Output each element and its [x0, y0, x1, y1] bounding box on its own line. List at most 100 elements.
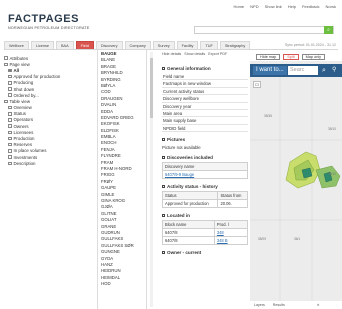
activity-date-cell: 20.06. — [217, 199, 248, 209]
tab-field[interactable]: Field — [75, 41, 94, 49]
block-label: 35/09 — [258, 237, 266, 241]
located-prod-cell: 348 B — [213, 236, 248, 246]
map-bottom-bar: Layers Results ✕ — [250, 301, 342, 309]
collapse-icon — [162, 251, 165, 255]
prod-license-link[interactable]: 348 B — [217, 238, 228, 243]
search-icon: ⌕ — [327, 27, 330, 33]
activity-header-from: Status from — [217, 191, 248, 201]
located-block-cell: 6407/8 — [162, 236, 215, 246]
located-header-block: Block name — [162, 220, 215, 230]
expand-box[interactable] — [8, 74, 12, 79]
tab-stratigraphy[interactable]: Stratigraphy — [219, 41, 251, 49]
expand-box[interactable] — [8, 112, 12, 116]
tab-baa[interactable]: BAA — [56, 41, 74, 49]
close-icon[interactable]: ✕ — [317, 303, 320, 307]
field-list-scrollbar[interactable] — [150, 52, 153, 307]
sync-period: Sync period: 01.01.2024 - 31.12 — [284, 43, 336, 47]
general-info-row: Factmaps in new window — [162, 80, 248, 88]
located-table: Block name Prod. l 6407/8 348 6407/8 348 B — [162, 220, 248, 246]
collapse-icon — [162, 156, 165, 160]
collapse-icon — [162, 138, 165, 142]
field-list-item[interactable]: HOD — [101, 281, 146, 287]
expand-box[interactable] — [8, 155, 12, 159]
expand-box[interactable] — [8, 93, 12, 97]
pictures-text: Picture not available — [162, 145, 201, 151]
general-info-row: Field name — [162, 73, 248, 81]
tab-license[interactable]: License — [30, 41, 55, 49]
field-list: BAUGE BLANE BRAGE BRYNHILD BYRDING BØYLA… — [97, 50, 147, 309]
expand-box[interactable] — [8, 87, 12, 91]
detail-links: Hide details Show details Export PDF — [162, 52, 248, 56]
expand-box[interactable] — [8, 130, 12, 135]
scrollbar-thumb[interactable] — [150, 58, 153, 118]
search-input[interactable]: ⌕ — [194, 26, 334, 34]
expand-box[interactable] — [8, 124, 12, 128]
tab-survey[interactable]: Survey — [152, 41, 175, 49]
expand-box[interactable] — [8, 81, 12, 85]
block-label: 35/36 — [264, 114, 272, 118]
collapse-icon — [162, 185, 165, 189]
layers-tab[interactable]: Layers — [254, 303, 265, 307]
tab-wellbore[interactable]: Wellbore — [4, 41, 29, 49]
expand-box[interactable] — [8, 136, 12, 141]
expand-box[interactable] — [8, 161, 12, 166]
block-label: 36/1 — [294, 237, 301, 241]
prod-license-link[interactable]: 348 — [217, 230, 224, 235]
expand-box[interactable] — [4, 62, 8, 67]
topnav-help[interactable]: Help — [288, 4, 296, 9]
block-label: 35/10 — [328, 127, 336, 131]
map-panel[interactable]: Hide map Split Map only I want to... Sea… — [250, 52, 342, 309]
located-header-prod: Prod. l — [213, 220, 248, 230]
general-info-row: Discovery wellbore — [162, 95, 248, 103]
topnav-home[interactable]: Home — [233, 4, 244, 9]
hide-details-link[interactable]: Hide details — [162, 52, 181, 56]
block-label: 35/12 — [328, 172, 336, 176]
attribute-tree: Attributes Page view All Approved for pr… — [4, 55, 94, 309]
export-pdf-link[interactable]: Export PDF — [208, 52, 227, 56]
expand-box[interactable] — [4, 56, 8, 60]
topnav-norsk[interactable]: Norsk — [326, 4, 336, 9]
tab-company[interactable]: Company — [124, 41, 151, 49]
discoveries-title[interactable]: Discoveries included — [162, 155, 248, 160]
general-info-title[interactable]: General information — [162, 66, 248, 71]
pictures-title[interactable]: Pictures — [162, 137, 248, 142]
owner-title[interactable]: Owner - current — [162, 250, 248, 255]
tree-item[interactable]: Description — [4, 160, 94, 166]
brand-title[interactable]: FACTPAGES — [8, 13, 90, 25]
brand-subtitle: NORWEGIAN PETROLEUM DIRECTORATE — [8, 26, 90, 30]
located-block-cell: 6407/8 — [162, 228, 215, 238]
topnav-npd[interactable]: NPD — [250, 4, 258, 9]
activity-table: Status Status from Approved for productio… — [162, 191, 248, 209]
topnav-feedback[interactable]: Feedback — [302, 4, 320, 9]
expand-box[interactable] — [4, 99, 8, 104]
results-tab[interactable]: Results — [273, 303, 285, 307]
collapse-icon — [162, 67, 165, 70]
expand-box[interactable] — [8, 142, 12, 147]
discoveries-header: Discovery name — [162, 162, 248, 172]
field-area-highlight[interactable] — [301, 167, 313, 179]
tab-facility[interactable]: Facility — [176, 41, 199, 49]
top-nav: Home NPD Show link Help Feedback Norsk — [233, 4, 336, 9]
expand-box[interactable] — [8, 149, 12, 153]
search-button[interactable]: ⌕ — [324, 26, 333, 34]
located-title[interactable]: Located in — [162, 213, 248, 218]
general-info-row: Main supply base — [162, 117, 248, 125]
brand: FACTPAGES NORWEGIAN PETROLEUM DIRECTORAT… — [8, 13, 90, 30]
collapse-icon — [162, 214, 165, 218]
located-prod-cell: 348 — [213, 228, 248, 238]
tab-tuf[interactable]: TUF — [200, 41, 218, 49]
expand-box[interactable] — [8, 68, 12, 73]
discoveries-table: Discovery name 6407/9-9 Bauge — [162, 162, 248, 180]
general-info-row: Main area — [162, 110, 248, 118]
topnav-show-link[interactable]: Show link — [265, 4, 282, 9]
tab-discovery[interactable]: Discovery — [95, 41, 123, 49]
activity-title[interactable]: Activity status - history — [162, 184, 248, 189]
activity-header-status: Status — [162, 191, 219, 201]
discovery-link[interactable]: 6407/9-9 Bauge — [165, 172, 194, 177]
show-details-link[interactable]: Show details — [184, 52, 205, 56]
map-canvas[interactable] — [250, 52, 342, 309]
expand-box[interactable] — [8, 118, 12, 122]
activity-status-cell: Approved for production — [162, 199, 219, 209]
expand-box[interactable] — [8, 105, 12, 110]
general-info-row: Current activity status — [162, 88, 248, 96]
